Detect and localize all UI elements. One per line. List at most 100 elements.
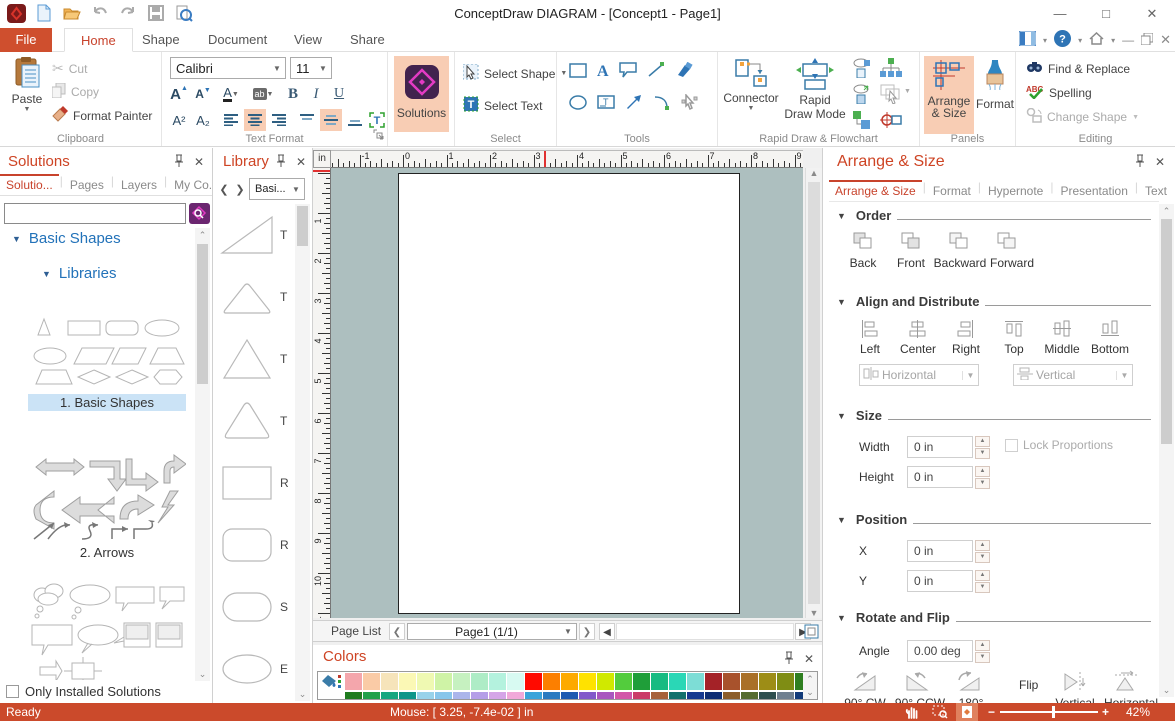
zoom-level[interactable]: 42% [1126, 704, 1150, 720]
hscroll-left-icon[interactable]: ◀ [599, 623, 615, 640]
format-panel-button[interactable]: Format [976, 56, 1014, 134]
fit-page-icon[interactable] [956, 703, 978, 721]
color-swatch[interactable] [453, 673, 470, 690]
chain-mode-alt-icon[interactable] [852, 84, 872, 107]
library-shape-ellipse[interactable]: E [219, 638, 294, 700]
color-swatch[interactable] [471, 673, 488, 690]
color-swatch[interactable] [705, 673, 722, 690]
select-group-icon[interactable] [880, 84, 902, 107]
color-swatch[interactable] [759, 673, 776, 690]
valign-middle-icon[interactable] [320, 109, 342, 131]
color-swatch[interactable] [471, 692, 488, 700]
align-top-icon[interactable] [1005, 320, 1023, 340]
next-page-icon[interactable]: ❯ [579, 623, 595, 640]
cascade-connect-icon[interactable] [852, 110, 872, 133]
color-swatch[interactable] [687, 692, 704, 700]
flip-horizontal-icon[interactable] [1113, 670, 1141, 697]
chain-mode-icon[interactable] [852, 58, 872, 81]
align-middle-label[interactable]: Middle [1037, 342, 1087, 356]
tab-presentation[interactable]: Presentation [1054, 180, 1133, 201]
drawing-canvas[interactable] [331, 168, 803, 618]
color-swatch[interactable] [597, 673, 614, 690]
color-swatch[interactable] [633, 673, 650, 690]
flip-vertical-label[interactable]: Vertical [1047, 696, 1103, 703]
zoom-slider-handle[interactable] [1052, 706, 1055, 718]
collapse-arrow-icon[interactable]: ▼ [837, 515, 846, 527]
prev-page-icon[interactable]: ❮ [389, 623, 405, 640]
tab-shape[interactable]: Shape [126, 28, 196, 52]
tree-item-libraries[interactable]: ▼ Libraries [42, 265, 116, 282]
library-shape-triangle[interactable]: T [219, 328, 294, 390]
tab-text[interactable]: Text [1139, 180, 1173, 201]
zoom-slider-track[interactable] [1000, 711, 1098, 713]
color-swatch[interactable] [723, 673, 740, 690]
rotate-180-label[interactable]: 180° [949, 696, 993, 703]
send-to-back-icon[interactable] [853, 232, 873, 253]
order-backward-label[interactable]: Backward [931, 256, 989, 270]
crosshair-shape-icon[interactable] [880, 110, 902, 133]
flip-horizontal-label[interactable]: Horizontal [1099, 696, 1163, 703]
color-swatch[interactable] [669, 692, 686, 700]
checkbox-icon[interactable] [6, 685, 19, 698]
tree-item-basic-shapes[interactable]: ▼ Basic Shapes [12, 230, 121, 247]
home-dropdown[interactable]: ▾ [1111, 36, 1115, 45]
ruler-unit-box[interactable]: in [313, 150, 331, 168]
color-swatch[interactable] [651, 673, 668, 690]
connector-button[interactable]: Connector ▼ [722, 56, 780, 136]
color-swatch[interactable] [399, 692, 416, 700]
copy-button[interactable]: Copy [52, 83, 99, 101]
section-position[interactable]: ▼Position [837, 512, 1151, 527]
distribute-vertical-combo[interactable]: Vertical▼ [1013, 364, 1133, 386]
only-installed-checkbox-row[interactable]: Only Installed Solutions [6, 684, 161, 699]
close-icon[interactable]: ✕ [804, 652, 814, 666]
rotate-90ccw-label[interactable]: 90° CCW [889, 696, 951, 703]
scroll-up-icon[interactable]: ▲ [806, 168, 822, 178]
color-swatch[interactable] [507, 673, 524, 690]
help-icon[interactable]: ? [1054, 30, 1071, 50]
library-prev-icon[interactable]: ❮ [217, 183, 231, 196]
mdi-restore-icon[interactable] [1141, 33, 1153, 48]
mdi-minimize-icon[interactable]: — [1122, 33, 1134, 47]
decrease-font-icon[interactable]: A▼ [192, 83, 214, 105]
color-swatch[interactable] [741, 673, 758, 690]
lock-proportions-checkbox-row[interactable]: Lock Proportions [1005, 438, 1113, 452]
solutions-scrollbar[interactable]: ⌃ ⌄ [195, 228, 210, 681]
tab-layers[interactable]: Layers [115, 174, 163, 195]
rectangle-tool-icon[interactable] [569, 63, 587, 81]
tab-share[interactable]: Share [334, 28, 401, 52]
align-top-label[interactable]: Top [989, 342, 1039, 356]
pin-icon[interactable] [1135, 154, 1145, 170]
close-icon[interactable]: ✕ [296, 155, 306, 169]
search-solutions-icon[interactable] [189, 203, 210, 227]
scroll-down-icon[interactable]: ▼ [806, 608, 822, 618]
scroll-up-icon[interactable]: ⌃ [803, 672, 817, 686]
collapse-arrow-icon[interactable]: ▼ [837, 211, 846, 223]
font-size-combo[interactable]: 11▼ [290, 57, 332, 79]
color-swatch[interactable] [669, 673, 686, 690]
select-text-button[interactable]: T Select Text [463, 96, 542, 115]
align-right-icon[interactable] [957, 320, 974, 341]
pin-icon[interactable] [174, 154, 184, 170]
color-swatch[interactable] [417, 692, 434, 700]
font-color-button[interactable]: A▼ [218, 83, 244, 105]
rapid-draw-mode-button[interactable]: Rapid Draw Mode [782, 56, 848, 136]
x-spinner[interactable]: ▲▼ [975, 540, 990, 562]
library-shape-rounded-rectangle[interactable]: R [219, 514, 294, 576]
color-swatch[interactable] [363, 692, 380, 700]
page-fit-icon[interactable] [804, 624, 819, 642]
align-bottom-label[interactable]: Bottom [1085, 342, 1135, 356]
color-swatch[interactable] [615, 673, 632, 690]
color-swatch[interactable] [489, 673, 506, 690]
scroll-down-icon[interactable]: ⌄ [803, 685, 817, 699]
colors-scrollbar[interactable]: ⌃ ⌄ [803, 672, 817, 699]
zoom-select-icon[interactable] [932, 704, 948, 721]
zoom-out-icon[interactable]: − [988, 704, 995, 720]
valign-bottom-icon[interactable] [344, 109, 366, 131]
color-swatch[interactable] [759, 692, 776, 700]
y-spinner[interactable]: ▲▼ [975, 570, 990, 592]
order-back-label[interactable]: Back [837, 256, 889, 270]
y-input[interactable]: 0 in [907, 570, 973, 592]
color-swatch[interactable] [435, 692, 452, 700]
color-swatch[interactable] [435, 673, 452, 690]
tab-home[interactable]: Home [64, 28, 133, 52]
